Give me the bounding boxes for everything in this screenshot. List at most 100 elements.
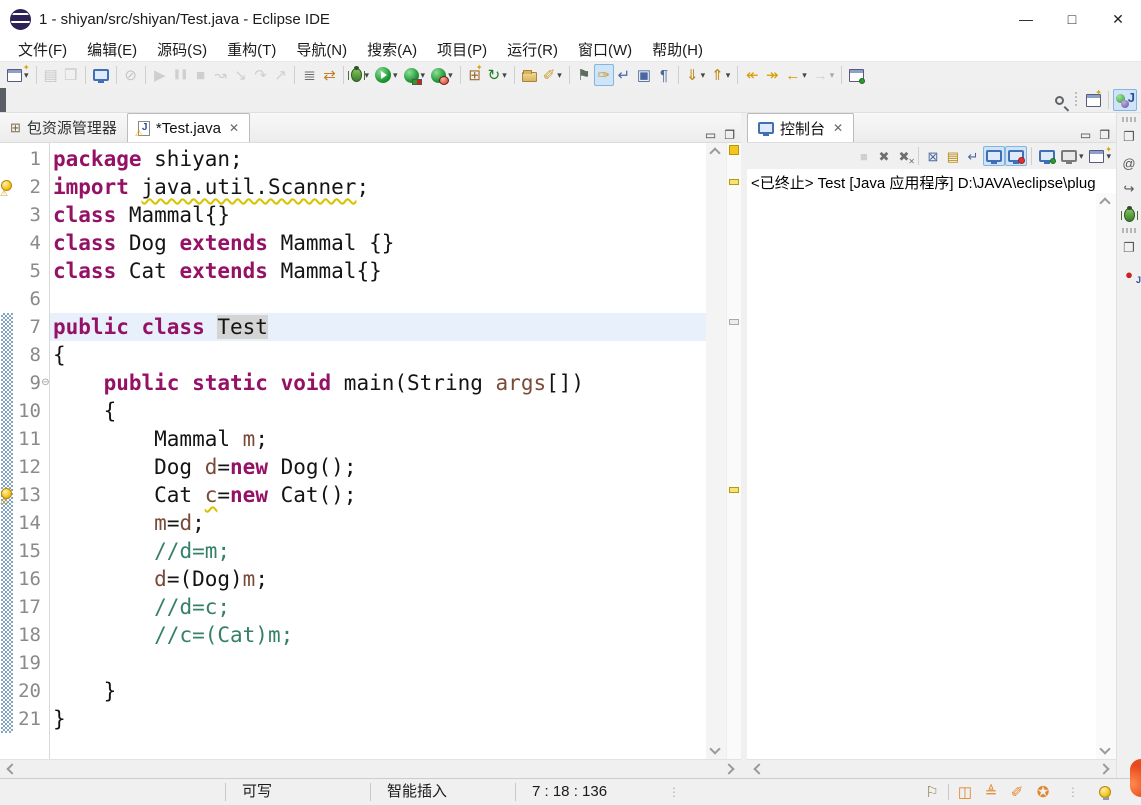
menu-item-F[interactable]: 文件(F) <box>8 39 77 60</box>
code-line[interactable]: Cat c=new Cat(); <box>50 481 706 509</box>
resume-button[interactable]: ▶ <box>150 64 170 86</box>
open-task-button[interactable] <box>90 64 112 86</box>
code-line[interactable]: public static void main(String args[]) <box>50 369 706 397</box>
minimize-view-icon[interactable]: ▭ <box>705 128 716 142</box>
maximize-view-icon[interactable]: ❐ <box>724 128 735 142</box>
tips-button[interactable]: ✐ <box>1007 782 1027 802</box>
line-number[interactable]: 20 <box>14 680 41 702</box>
learn-button[interactable]: ≜ <box>981 782 1001 802</box>
code-area[interactable]: package shiyan; import java.util.Scanner;… <box>50 143 706 759</box>
run-button[interactable]: ▾ <box>372 64 401 86</box>
dropdown-arrow-icon[interactable]: ▾ <box>726 70 731 81</box>
fold-marker-icon[interactable]: ⊖ <box>41 378 50 388</box>
code-line[interactable]: class Dog extends Mammal {} <box>50 229 706 257</box>
step-into-button[interactable]: ↘ <box>230 64 250 86</box>
occurrence-marker[interactable] <box>729 319 739 325</box>
word-wrap-button[interactable]: ↵ <box>963 146 983 166</box>
code-line[interactable]: //c=(Cat)m; <box>50 621 706 649</box>
scroll-up-icon[interactable] <box>1099 197 1111 209</box>
notification-bulb-button[interactable] <box>1095 782 1115 802</box>
menu-item-N[interactable]: 导航(N) <box>286 39 357 60</box>
console-terminate-button[interactable]: ■ <box>854 146 874 166</box>
quick-search-button[interactable] <box>1049 89 1069 111</box>
line-number[interactable]: 10 <box>14 400 41 422</box>
minimize-view-icon[interactable]: ▭ <box>1080 128 1091 142</box>
dropdown-arrow-icon[interactable]: ▾ <box>502 70 507 81</box>
javadoc-view-button[interactable]: @ <box>1119 152 1139 174</box>
code-line[interactable]: class Mammal{} <box>50 201 706 229</box>
link-editor-button[interactable]: ⊘ <box>121 64 141 86</box>
menu-item-P[interactable]: 项目(P) <box>427 39 497 60</box>
new-java-project-button[interactable]: ⊞ ✦ <box>465 63 485 86</box>
scroll-up-icon[interactable] <box>709 147 721 159</box>
line-number[interactable]: 14 <box>14 512 41 534</box>
line-number[interactable]: 16 <box>14 568 41 590</box>
code-line[interactable]: { <box>50 397 706 425</box>
line-number[interactable]: 2 <box>14 176 41 198</box>
new-class-button[interactable]: ↻ ▾ <box>485 64 510 86</box>
whats-new-button[interactable]: ⚐ <box>922 782 942 802</box>
overview-status-icon[interactable] <box>729 145 739 155</box>
code-line[interactable]: package shiyan; <box>50 145 706 173</box>
dropdown-arrow-icon[interactable]: ▾ <box>557 70 562 81</box>
back-history-button[interactable]: ← ▾ <box>782 64 810 86</box>
code-line[interactable]: m=d; <box>50 509 706 537</box>
line-number[interactable]: 18 <box>14 624 41 646</box>
show-selected-element-button[interactable]: ▣ <box>634 64 654 86</box>
line-number[interactable]: 13 <box>14 484 41 506</box>
code-line[interactable]: d=(Dog)m; <box>50 565 706 593</box>
line-number[interactable]: 3 <box>14 204 41 226</box>
editor-vertical-scrollbar[interactable] <box>706 143 726 759</box>
step-over-button[interactable]: ↷ <box>250 64 270 86</box>
code-line[interactable]: //d=c; <box>50 593 706 621</box>
scroll-down-icon[interactable] <box>709 743 721 755</box>
open-perspective-button[interactable]: ✦ <box>1083 88 1104 111</box>
line-number[interactable]: 9 <box>14 372 41 394</box>
menu-item-A[interactable]: 搜索(A) <box>357 39 427 60</box>
maximize-view-icon[interactable]: ❐ <box>1099 128 1110 142</box>
dropdown-arrow-icon[interactable]: ▾ <box>830 70 835 81</box>
line-number[interactable]: 21 <box>14 708 41 730</box>
maximize-button[interactable]: □ <box>1049 0 1095 38</box>
open-console-button[interactable]: ✦ ▾ <box>1086 145 1114 166</box>
last-edit-forward-button[interactable]: ↠ <box>762 64 782 86</box>
task-tag-button[interactable]: ⚑ <box>574 64 594 86</box>
display-console-button[interactable]: ▾ <box>1058 146 1087 166</box>
scroll-down-icon[interactable] <box>1099 743 1111 755</box>
prev-annotation-button[interactable]: ⇑ ▾ <box>708 64 733 86</box>
coverage-button[interactable]: ▾ <box>401 64 429 86</box>
show-return-button[interactable]: ↵ <box>614 64 634 86</box>
junit-view-button[interactable]: ● J <box>1119 263 1141 286</box>
skip-breakpoints-button[interactable]: ≣ <box>299 64 319 86</box>
code-line[interactable]: } <box>50 677 706 705</box>
tab-package-explorer[interactable]: ⊞ 包资源管理器 <box>0 113 127 142</box>
close-button[interactable]: ✕ <box>1095 0 1141 38</box>
notification-flame-icon[interactable] <box>1130 759 1141 797</box>
remove-all-launches-button[interactable]: ✖ ✕ <box>894 146 914 167</box>
open-type-button[interactable] <box>519 64 540 86</box>
menu-item-E[interactable]: 编辑(E) <box>77 39 147 60</box>
menu-item-R[interactable]: 运行(R) <box>497 39 568 60</box>
show-stderr-button[interactable] <box>1004 146 1027 166</box>
scroll-right-icon[interactable] <box>1098 763 1110 775</box>
code-line[interactable]: class Cat extends Mammal{} <box>50 257 706 285</box>
line-number[interactable]: 19 <box>14 652 41 674</box>
clear-console-button[interactable]: ⊠ <box>923 146 943 166</box>
code-line[interactable]: Mammal m; <box>50 425 706 453</box>
step-return-button[interactable]: ↗ <box>270 64 290 86</box>
dropdown-arrow-icon[interactable]: ▾ <box>393 70 398 81</box>
line-number[interactable]: 12 <box>14 456 41 478</box>
warning-marker[interactable] <box>729 487 739 493</box>
debug-button[interactable]: ▾ <box>348 64 372 86</box>
editor-horizontal-scrollbar[interactable] <box>0 759 741 778</box>
scroll-left-icon[interactable] <box>6 763 18 775</box>
line-number[interactable]: 4 <box>14 232 41 254</box>
tab-console[interactable]: 控制台 ✕ <box>747 113 855 142</box>
line-number[interactable]: 5 <box>14 260 41 282</box>
show-stdout-button[interactable] <box>982 146 1005 166</box>
code-line[interactable]: } <box>50 705 706 733</box>
debug-view-button[interactable] <box>1119 204 1139 226</box>
menu-item-H[interactable]: 帮助(H) <box>642 39 713 60</box>
code-line[interactable] <box>50 649 706 677</box>
community-button[interactable]: ✪ <box>1033 782 1053 802</box>
